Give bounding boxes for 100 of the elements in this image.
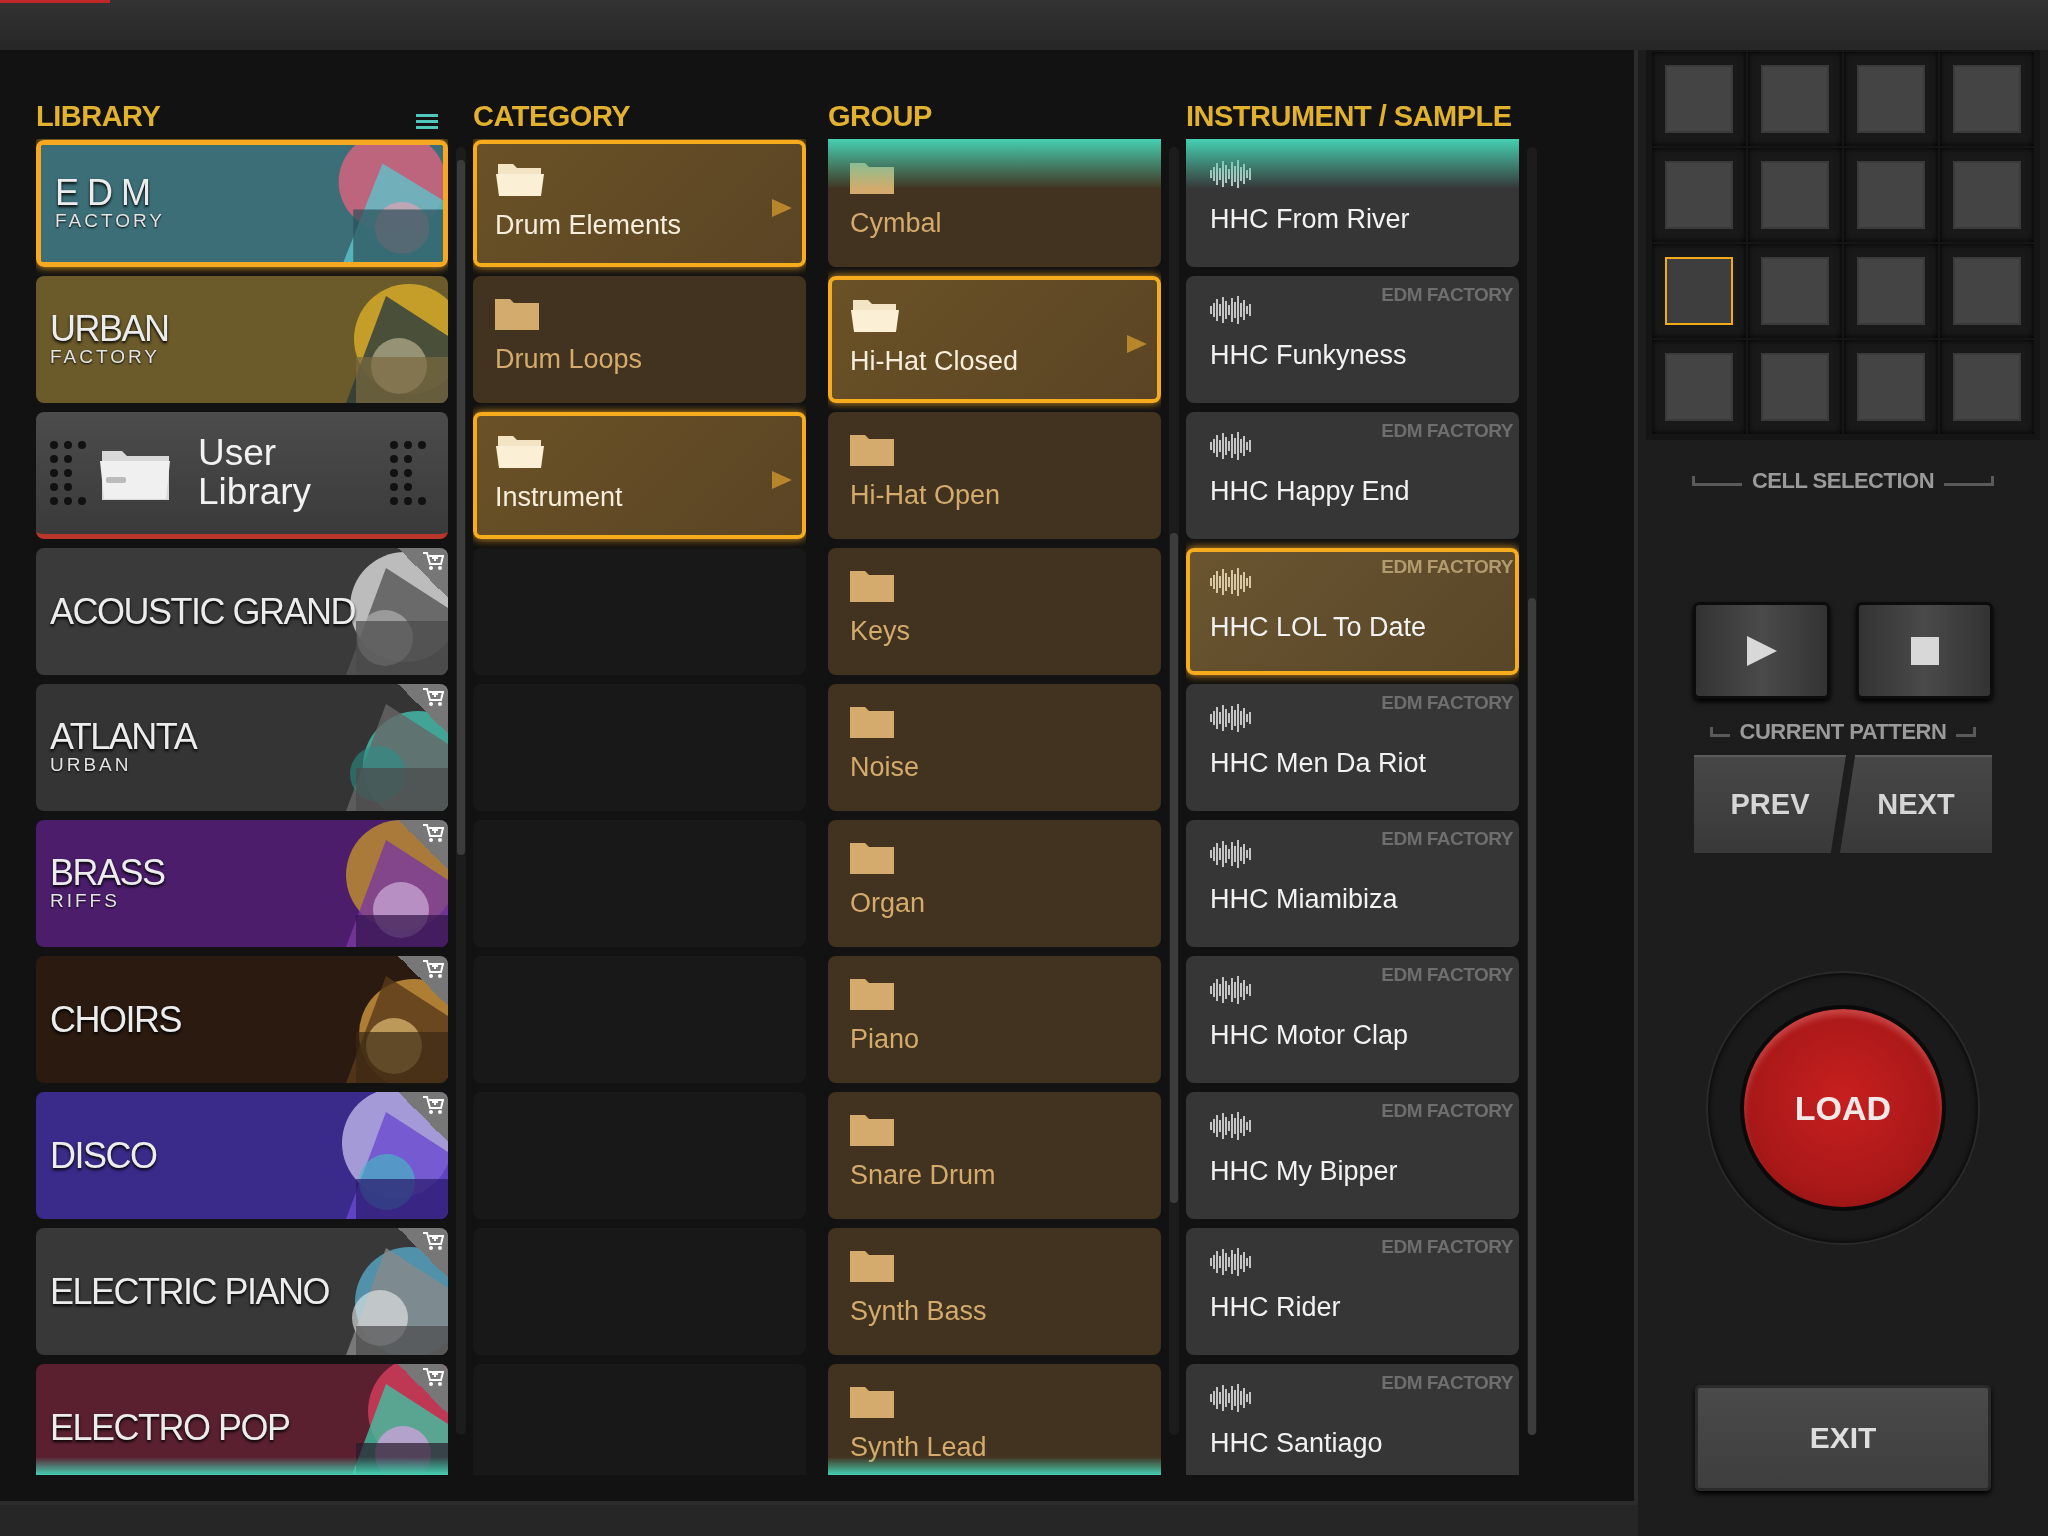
folder-icon [850, 432, 894, 466]
library-card[interactable]: URBAN FACTORY [36, 276, 448, 403]
card-title: ATLANTA [50, 719, 197, 756]
previous-button[interactable]: PREV [1694, 755, 1846, 853]
bracket-line [1691, 476, 1742, 486]
pad-cell[interactable] [1953, 65, 2021, 133]
card-subtitle: FACTORY [55, 211, 166, 232]
group-item[interactable]: Noise [828, 684, 1161, 811]
pad-cell[interactable] [1761, 65, 1829, 133]
waveform-icon [1210, 702, 1252, 734]
pad-cell[interactable] [1857, 257, 1925, 325]
group-item[interactable]: Cymbal [828, 140, 1161, 267]
waveform-icon [1210, 1110, 1252, 1142]
sample-row[interactable]: EDM FACTORY HHC Rider [1186, 1228, 1519, 1355]
pad-cell[interactable] [1953, 161, 2021, 229]
sample-row[interactable]: EDM FACTORY HHC My Bipper [1186, 1092, 1519, 1219]
arrow-icon [770, 196, 794, 220]
category-item[interactable]: Instrument [473, 412, 806, 539]
library-card[interactable]: ATLANTA URBAN [36, 684, 448, 811]
group-item[interactable]: Hi-Hat Open [828, 412, 1161, 539]
arrow-icon [1125, 332, 1149, 356]
folder-icon [850, 160, 894, 194]
pad-cell[interactable] [1761, 161, 1829, 229]
group-item[interactable]: Keys [828, 548, 1161, 675]
folder-icon [850, 704, 894, 738]
sample-row[interactable]: EDM FACTORY HHC Funkyness [1186, 276, 1519, 403]
card-subtitle: FACTORY [50, 347, 161, 368]
sample-row[interactable]: EDM FACTORY HHC Happy End [1186, 412, 1519, 539]
library-card[interactable]: DISCO [36, 1092, 448, 1219]
cart-icon [422, 823, 444, 843]
waveform-icon [1210, 838, 1252, 870]
stop-button[interactable] [1856, 602, 1993, 699]
cart-icon [422, 551, 444, 571]
folder-icon [850, 1384, 894, 1418]
group-item[interactable]: Synth Bass [828, 1228, 1161, 1355]
card-subtitle: RIFFS [50, 891, 120, 912]
pad-cell[interactable] [1761, 353, 1829, 421]
card-title: URBAN [50, 311, 169, 348]
section-label: CURRENT PATTERN [1739, 721, 1947, 743]
cart-icon [422, 959, 444, 979]
group-item[interactable]: Organ [828, 820, 1161, 947]
pad-cell[interactable] [1665, 257, 1733, 325]
bracket-line [1709, 727, 1730, 737]
cart-icon [422, 1367, 444, 1387]
card-title: DISCO [50, 1137, 157, 1174]
pad-cell[interactable] [1665, 65, 1733, 133]
library-card[interactable]: CHOIRS [36, 956, 448, 1083]
pad-cell[interactable] [1857, 161, 1925, 229]
sample-row[interactable]: EDM FACTORY HHC Men Da Riot [1186, 684, 1519, 811]
group-item[interactable]: Piano [828, 956, 1161, 1083]
pad-cell[interactable] [1761, 257, 1829, 325]
pad-cell[interactable] [1665, 353, 1733, 421]
sample-row[interactable]: EDM FACTORY HHC Miamibiza [1186, 820, 1519, 947]
waveform-icon [1210, 974, 1252, 1006]
section-label: CELL SELECTION [1751, 470, 1935, 492]
card-title: BRASS [50, 855, 165, 892]
group-item[interactable]: Snare Drum [828, 1092, 1161, 1219]
library-card[interactable]: ELECTRO POP [36, 1364, 448, 1475]
card-subtitle: URBAN [50, 755, 132, 776]
pad-cell[interactable] [1953, 353, 2021, 421]
group-item[interactable]: Hi-Hat Closed [828, 276, 1161, 403]
group-item[interactable]: Synth Lead [828, 1364, 1161, 1475]
waveform-icon [1210, 430, 1252, 462]
cart-icon [422, 1231, 444, 1251]
pad-cell[interactable] [1857, 65, 1925, 133]
library-card[interactable]: ELECTRIC PIANO [36, 1228, 448, 1355]
folder-icon [850, 840, 894, 874]
column-title: CATEGORY [473, 102, 631, 131]
folder-icon [850, 1112, 894, 1146]
folder-icon [850, 568, 894, 602]
folder-icon [495, 296, 539, 330]
column-title: INSTRUMENT / SAMPLE [1186, 102, 1512, 131]
stop-icon [1910, 636, 1939, 665]
waveform-icon [1210, 566, 1252, 598]
pad-cell[interactable] [1857, 353, 1925, 421]
library-card[interactable]: EDM FACTORY [36, 140, 448, 267]
card-title: EDM [55, 175, 159, 212]
sample-row[interactable]: HHC From River [1186, 140, 1519, 267]
card-title: ELECTRIC PIANO [50, 1273, 330, 1310]
pad-cell[interactable] [1953, 257, 2021, 325]
exit-button[interactable]: EXIT [1695, 1385, 1991, 1491]
folder-icon [850, 1248, 894, 1282]
sample-row[interactable]: EDM FACTORY HHC Santiago [1186, 1364, 1519, 1475]
sample-row[interactable]: EDM FACTORY HHC Motor Clap [1186, 956, 1519, 1083]
dot-grid-icon [48, 439, 88, 507]
menu-icon[interactable] [416, 113, 438, 129]
play-button[interactable] [1693, 602, 1830, 699]
play-icon [1744, 633, 1779, 668]
folder-icon [850, 976, 894, 1010]
arrow-icon [770, 468, 794, 492]
category-item[interactable]: Drum Elements [473, 140, 806, 267]
load-button[interactable]: LOAD [1740, 1005, 1946, 1211]
category-item[interactable]: Drum Loops [473, 276, 806, 403]
library-card[interactable]: BRASS RIFFS [36, 820, 448, 947]
library-card[interactable]: User Library [36, 412, 448, 539]
card-title: ELECTRO POP [50, 1409, 290, 1446]
next-button[interactable]: NEXT [1840, 755, 1992, 853]
pad-cell[interactable] [1665, 161, 1733, 229]
sample-row[interactable]: EDM FACTORY HHC LOL To Date [1186, 548, 1519, 675]
cart-icon [422, 1095, 444, 1115]
